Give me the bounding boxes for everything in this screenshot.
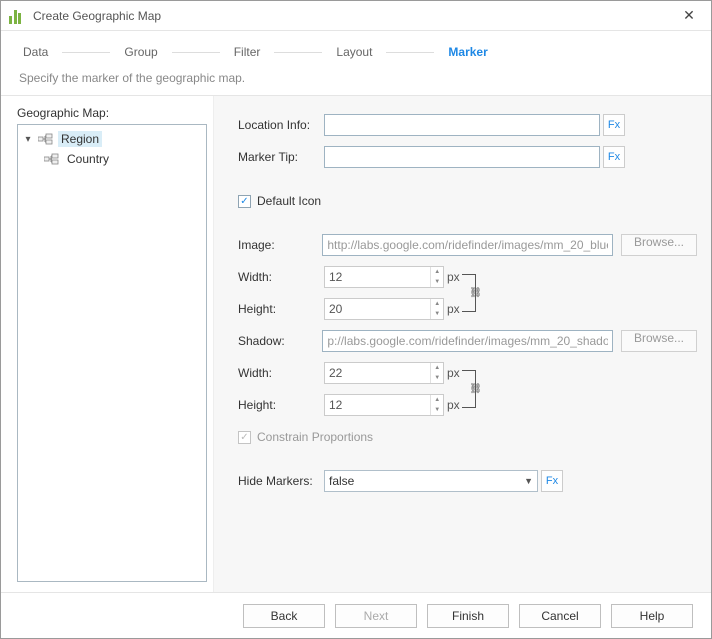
titlebar: Create Geographic Map ✕ xyxy=(1,1,711,31)
sh-height-stepper[interactable]: ▲▼ xyxy=(324,394,444,416)
img-height-input[interactable] xyxy=(325,299,430,319)
row-location-info: Location Info: Fx xyxy=(238,114,697,136)
default-icon-checkbox[interactable]: ✓ Default Icon xyxy=(238,194,321,208)
shadow-input[interactable] xyxy=(322,330,613,352)
step-layout[interactable]: Layout xyxy=(332,45,376,59)
link-proportions-icon: ⛓ xyxy=(462,274,476,312)
row-default-icon: ✓ Default Icon xyxy=(238,190,697,212)
img-height-stepper[interactable]: ▲▼ xyxy=(324,298,444,320)
sh-height-input[interactable] xyxy=(325,395,430,415)
step-separator xyxy=(62,52,110,53)
country-node-icon xyxy=(44,152,60,166)
unit-px: px xyxy=(447,398,460,412)
img-width-input[interactable] xyxy=(325,267,430,287)
checkbox-check-icon: ✓ xyxy=(238,195,251,208)
row-shadow: Shadow: Browse... xyxy=(238,330,697,352)
chain-icon: ⛓ xyxy=(469,384,482,395)
wizard-header: Data Group Filter Layout Marker Specify … xyxy=(1,31,711,96)
spin-up-icon[interactable]: ▲ xyxy=(431,363,443,373)
label-location-info: Location Info: xyxy=(238,118,324,132)
tree-node-label: Region xyxy=(58,131,102,147)
row-marker-tip: Marker Tip: Fx xyxy=(238,146,697,168)
close-icon[interactable]: ✕ xyxy=(675,6,703,26)
label-shadow: Shadow: xyxy=(238,334,322,348)
browse-image-button[interactable]: Browse... xyxy=(621,234,697,256)
browse-shadow-button[interactable]: Browse... xyxy=(621,330,697,352)
dialog-body: Geographic Map: ▾ xyxy=(1,96,711,592)
cancel-button[interactable]: Cancel xyxy=(519,604,601,628)
label-sh-width: Width: xyxy=(238,366,324,380)
spin-down-icon[interactable]: ▼ xyxy=(431,309,443,319)
hide-markers-value: false xyxy=(329,474,354,488)
location-info-input[interactable] xyxy=(324,114,600,136)
fx-button-marker-tip[interactable]: Fx xyxy=(603,146,625,168)
row-hide-markers: Hide Markers: false ▼ Fx xyxy=(238,470,697,492)
tree-label: Geographic Map: xyxy=(17,106,207,120)
step-group[interactable]: Group xyxy=(120,45,161,59)
step-separator xyxy=(386,52,434,53)
spin-up-icon[interactable]: ▲ xyxy=(431,395,443,405)
step-separator xyxy=(274,52,322,53)
constrain-label: Constrain Proportions xyxy=(257,430,373,444)
unit-px: px xyxy=(447,302,460,316)
spin-down-icon[interactable]: ▼ xyxy=(431,277,443,287)
wizard-steps: Data Group Filter Layout Marker xyxy=(19,45,693,59)
marker-tip-input[interactable] xyxy=(324,146,600,168)
next-button: Next xyxy=(335,604,417,628)
geographic-map-tree[interactable]: ▾ Region xyxy=(17,124,207,582)
sh-width-input[interactable] xyxy=(325,363,430,383)
label-sh-height: Height: xyxy=(238,398,324,412)
chain-icon: ⛓ xyxy=(469,288,482,299)
default-icon-label: Default Icon xyxy=(257,194,321,208)
unit-px: px xyxy=(447,270,460,284)
fx-button-hide-markers[interactable]: Fx xyxy=(541,470,563,492)
img-width-stepper[interactable]: ▲▼ xyxy=(324,266,444,288)
dialog-footer: Back Next Finish Cancel Help xyxy=(1,592,711,638)
label-marker-tip: Marker Tip: xyxy=(238,150,324,164)
tree-toggle-icon[interactable]: ▾ xyxy=(22,134,34,145)
label-img-height: Height: xyxy=(238,302,324,316)
wizard-subtitle: Specify the marker of the geographic map… xyxy=(19,71,693,85)
step-filter[interactable]: Filter xyxy=(230,45,265,59)
tree-node-country[interactable]: Country xyxy=(20,149,204,169)
tree-node-region[interactable]: ▾ Region xyxy=(20,129,204,149)
spin-down-icon[interactable]: ▼ xyxy=(431,373,443,383)
left-pane: Geographic Map: ▾ xyxy=(1,96,213,592)
hide-markers-select[interactable]: false ▼ xyxy=(324,470,538,492)
right-pane: Location Info: Fx Marker Tip: Fx ✓ Defau… xyxy=(213,96,711,592)
unit-px: px xyxy=(447,366,460,380)
dialog-window: Create Geographic Map ✕ Data Group Filte… xyxy=(0,0,712,639)
window-title: Create Geographic Map xyxy=(33,9,161,23)
region-node-icon xyxy=(38,132,54,146)
label-image: Image: xyxy=(238,238,322,252)
spin-up-icon[interactable]: ▲ xyxy=(431,267,443,277)
link-proportions-icon: ⛓ xyxy=(462,370,476,408)
finish-button[interactable]: Finish xyxy=(427,604,509,628)
step-marker[interactable]: Marker xyxy=(444,45,491,59)
spin-down-icon[interactable]: ▼ xyxy=(431,405,443,415)
image-input[interactable] xyxy=(322,234,613,256)
step-separator xyxy=(172,52,220,53)
label-hide-markers: Hide Markers: xyxy=(238,474,324,488)
chevron-down-icon: ▼ xyxy=(524,476,533,486)
sh-width-stepper[interactable]: ▲▼ xyxy=(324,362,444,384)
app-icon xyxy=(9,8,25,24)
row-constrain: ✓ Constrain Proportions xyxy=(238,426,697,448)
label-img-width: Width: xyxy=(238,270,324,284)
back-button[interactable]: Back xyxy=(243,604,325,628)
help-button[interactable]: Help xyxy=(611,604,693,628)
fx-button-location[interactable]: Fx xyxy=(603,114,625,136)
checkbox-check-icon: ✓ xyxy=(238,431,251,444)
tree-node-label: Country xyxy=(64,151,112,167)
step-data[interactable]: Data xyxy=(19,45,52,59)
constrain-proportions-checkbox: ✓ Constrain Proportions xyxy=(238,430,373,444)
spin-up-icon[interactable]: ▲ xyxy=(431,299,443,309)
row-image: Image: Browse... xyxy=(238,234,697,256)
